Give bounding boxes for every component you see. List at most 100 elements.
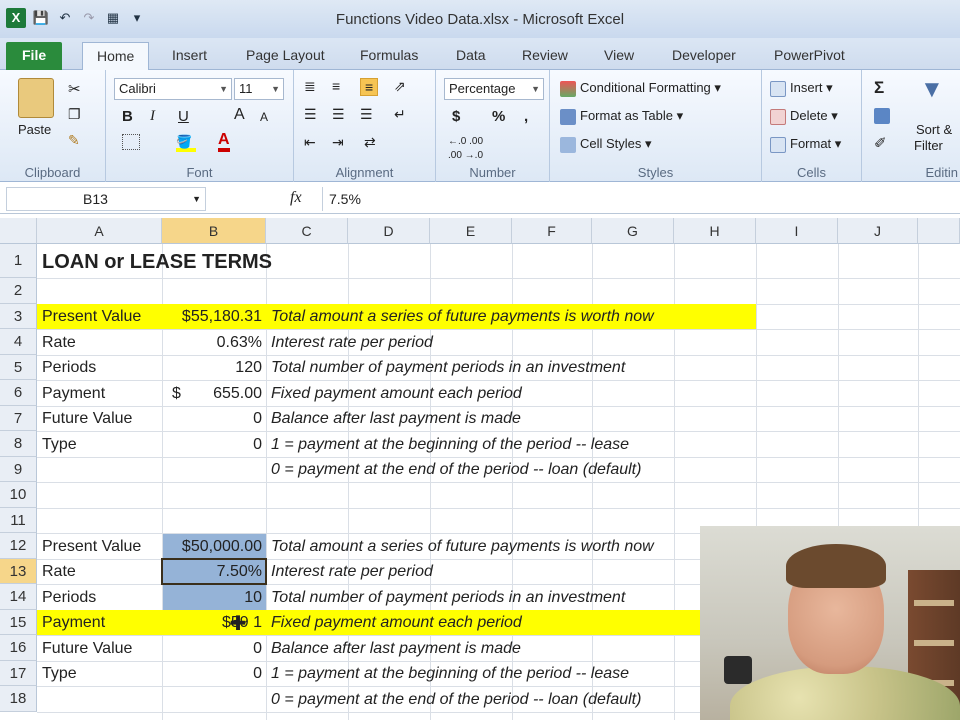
note-cell[interactable]: 1 = payment at the beginning of the peri…: [267, 432, 756, 457]
shrink-font-button[interactable]: A: [260, 110, 268, 124]
note-cell[interactable]: 1 = payment at the beginning of the peri…: [267, 662, 700, 686]
column-header-e[interactable]: E: [430, 218, 512, 244]
value-cell[interactable]: 0: [163, 407, 266, 431]
align-middle-icon[interactable]: ≡: [332, 78, 340, 94]
label-cell[interactable]: Payment: [38, 381, 162, 406]
orientation-icon[interactable]: ⇗: [394, 78, 406, 95]
grow-font-button[interactable]: A: [234, 106, 245, 124]
insert-function-icon[interactable]: fx: [290, 189, 302, 207]
row-header[interactable]: 13: [0, 559, 37, 584]
value-cell[interactable]: 0: [163, 662, 266, 686]
borders-icon[interactable]: [122, 134, 140, 150]
paste-button[interactable]: Paste: [18, 122, 51, 137]
label-cell[interactable]: Periods: [38, 585, 162, 610]
note-cell[interactable]: Balance after last payment is made: [267, 636, 700, 661]
column-header-d[interactable]: D: [348, 218, 430, 244]
note-cell[interactable]: Balance after last payment is made: [267, 407, 756, 431]
column-header-j[interactable]: J: [838, 218, 918, 244]
format-painter-icon[interactable]: ✎: [68, 132, 80, 149]
row-header[interactable]: 1: [0, 244, 37, 278]
label-cell[interactable]: Type: [38, 662, 162, 686]
column-header-h[interactable]: H: [674, 218, 756, 244]
tab-page-layout[interactable]: Page Layout: [232, 42, 339, 70]
label-cell[interactable]: Type: [38, 432, 162, 457]
tab-powerpivot[interactable]: PowerPivot: [760, 42, 859, 70]
value-cell[interactable]: 0: [163, 636, 266, 661]
font-name-select[interactable]: Calibri ▼: [114, 78, 232, 100]
insert-cells-button[interactable]: Insert ▾: [770, 80, 833, 97]
tab-insert[interactable]: Insert: [158, 42, 221, 70]
row-header[interactable]: 14: [0, 584, 37, 610]
label-cell[interactable]: Future Value: [38, 407, 162, 431]
row-header[interactable]: 16: [0, 635, 37, 661]
tab-developer[interactable]: Developer: [658, 42, 750, 70]
sort-filter-icon[interactable]: ▼: [920, 76, 944, 104]
text-direction-icon[interactable]: ⇄: [364, 134, 376, 151]
note-cell[interactable]: Total amount a series of future payments…: [267, 305, 756, 329]
row-header[interactable]: 11: [0, 508, 37, 533]
value-cell[interactable]: $59 1: [163, 611, 266, 635]
italic-button[interactable]: I: [150, 108, 155, 125]
tab-data[interactable]: Data: [442, 42, 500, 70]
column-header-g[interactable]: G: [592, 218, 674, 244]
row-header[interactable]: 3: [0, 304, 37, 329]
note-cell[interactable]: Interest rate per period: [267, 560, 700, 584]
label-cell[interactable]: Present Value: [38, 534, 162, 559]
row-header[interactable]: 2: [0, 278, 37, 304]
note-cell[interactable]: Total amount a series of future payments…: [267, 534, 700, 559]
row-header[interactable]: 18: [0, 686, 37, 712]
row-header[interactable]: 9: [0, 457, 37, 482]
note-cell[interactable]: Fixed payment amount each period: [267, 381, 756, 406]
clear-icon[interactable]: ✐: [874, 134, 887, 152]
fill-icon[interactable]: [874, 108, 890, 124]
name-box[interactable]: B13 ▼: [6, 187, 206, 211]
column-header-a[interactable]: A: [37, 218, 162, 244]
font-color-icon[interactable]: A: [218, 132, 230, 152]
note-cell[interactable]: Fixed payment amount each period: [267, 611, 700, 635]
select-all-corner[interactable]: [0, 218, 37, 244]
tab-formulas[interactable]: Formulas: [346, 42, 432, 70]
value-cell[interactable]: 0.63%: [163, 330, 266, 355]
column-header-b[interactable]: B: [162, 218, 266, 244]
value-cell[interactable]: 0: [163, 432, 266, 457]
row-header[interactable]: 7: [0, 406, 37, 431]
format-cells-button[interactable]: Format ▾: [770, 136, 841, 153]
note-cell[interactable]: 0 = payment at the end of the period -- …: [267, 687, 700, 712]
increase-indent-icon[interactable]: ⇥: [332, 134, 344, 151]
copy-icon[interactable]: ❐: [68, 106, 81, 123]
paste-icon[interactable]: [18, 78, 54, 118]
row-header[interactable]: 17: [0, 661, 37, 686]
value-cell[interactable]: 120: [163, 356, 266, 380]
decrease-indent-icon[interactable]: ⇤: [304, 134, 316, 151]
note-cell[interactable]: 0 = payment at the end of the period -- …: [267, 458, 756, 482]
underline-button[interactable]: U: [178, 108, 189, 125]
fill-color-icon[interactable]: 🪣: [176, 134, 196, 152]
align-left-icon[interactable]: ☰: [304, 106, 317, 123]
tab-file[interactable]: File: [6, 42, 63, 70]
note-cell[interactable]: Interest rate per period: [267, 330, 756, 355]
row-header[interactable]: 8: [0, 431, 37, 457]
selected-cell-b13[interactable]: [161, 558, 267, 585]
note-cell[interactable]: Total number of payment periods in an in…: [267, 356, 756, 380]
align-top-icon[interactable]: ≣: [304, 78, 316, 95]
tab-home[interactable]: Home: [82, 42, 150, 70]
currency-button[interactable]: $: [452, 108, 460, 125]
column-header-f[interactable]: F: [512, 218, 592, 244]
increase-decimal-button[interactable]: ←.0 .00: [448, 136, 483, 147]
comma-button[interactable]: ,: [524, 108, 528, 125]
format-as-table-button[interactable]: Format as Table ▾: [560, 108, 683, 125]
label-cell[interactable]: Payment: [38, 611, 162, 635]
align-right-icon[interactable]: ☰: [360, 106, 373, 123]
sheet-title[interactable]: LOAN or LEASE TERMS: [38, 248, 338, 276]
formula-input[interactable]: 7.5%: [322, 187, 956, 211]
cut-icon[interactable]: ✂: [68, 80, 81, 98]
cell-styles-button[interactable]: Cell Styles ▾: [560, 136, 652, 153]
row-header[interactable]: 6: [0, 380, 37, 406]
label-cell[interactable]: Future Value: [38, 636, 162, 661]
row-header[interactable]: 12: [0, 533, 37, 559]
row-header[interactable]: 5: [0, 355, 37, 380]
number-format-select[interactable]: Percentage ▼: [444, 78, 544, 100]
autosum-button[interactable]: Σ: [874, 78, 884, 98]
row-header[interactable]: 15: [0, 610, 37, 635]
column-header-i[interactable]: I: [756, 218, 838, 244]
